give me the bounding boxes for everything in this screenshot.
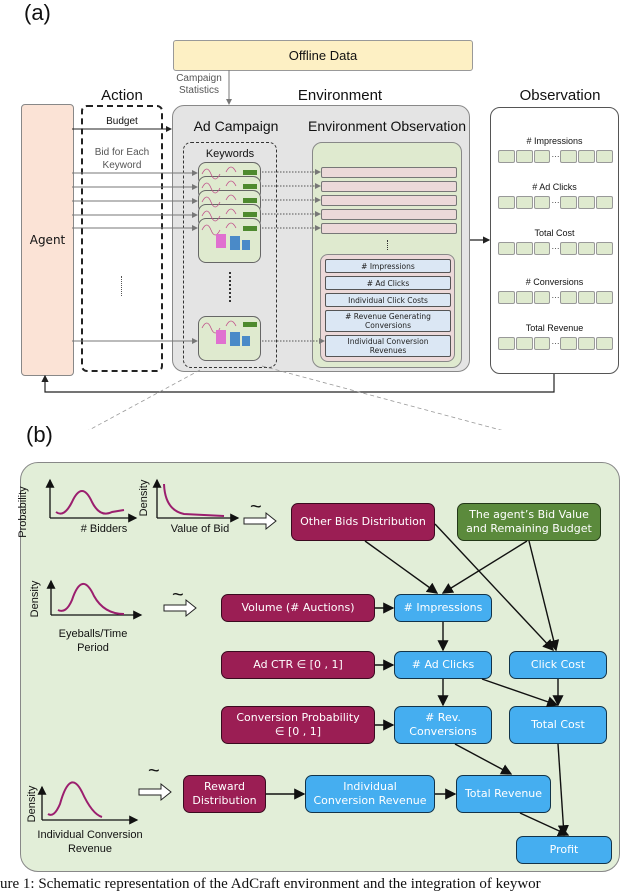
figure-caption: ure 1: Schematic representation of the A…	[0, 876, 541, 892]
edge-agent-impressions	[441, 540, 528, 594]
edge-agent-clickcost	[528, 540, 560, 652]
edge-revconv-totalrevenue	[454, 743, 513, 775]
edge-otherbids-impressions	[364, 540, 439, 594]
panel-b-arrows	[266, 523, 570, 837]
edge-adclicks-totalcost	[481, 678, 559, 708]
edge-totalrevenue-profit	[519, 812, 570, 837]
edge-totalcost-profit	[557, 743, 569, 837]
